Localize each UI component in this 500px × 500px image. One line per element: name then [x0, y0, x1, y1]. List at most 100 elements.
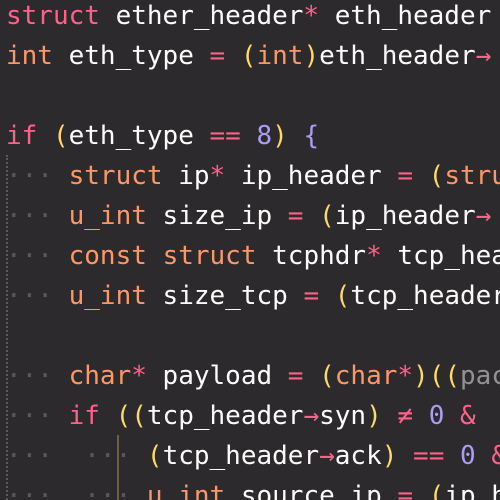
code-token: if: [68, 401, 100, 431]
code-token: (: [240, 41, 257, 71]
code-token: source_ip: [225, 481, 398, 500]
code-token: pac: [460, 361, 500, 391]
code-token: eth_header: [319, 1, 500, 31]
code-line[interactable]: struct ether_header* eth_header =: [6, 0, 500, 36]
code-token: &: [460, 401, 476, 431]
code-token: {: [303, 121, 320, 151]
code-token: (: [319, 201, 335, 231]
code-token: eth_header: [319, 41, 476, 71]
code-token: syn: [319, 401, 367, 431]
code-token: →: [303, 401, 320, 431]
whitespace-marker: ···: [6, 361, 53, 391]
code-token: 0: [460, 441, 476, 471]
code-token: *: [397, 361, 414, 391]
code-line[interactable]: ··· u_int size_tcp = (tcp_header: [6, 276, 500, 316]
code-token: *: [366, 241, 382, 271]
code-token: →: [475, 41, 492, 71]
code-token: struct: [162, 241, 257, 271]
code-token: ): [272, 121, 288, 151]
code-token: *: [209, 161, 226, 191]
code-token: eth_type: [68, 121, 210, 151]
whitespace-marker: ···: [84, 441, 132, 471]
whitespace-marker: ···: [6, 281, 53, 311]
code-token: (: [334, 281, 351, 311]
code-line[interactable]: if (eth_type == 8) {: [6, 116, 319, 156]
code-token: =: [209, 41, 226, 71]
code-token: u_int: [68, 281, 147, 311]
code-token: size_tcp: [146, 281, 304, 311]
code-token: ip_header: [225, 161, 398, 191]
code-line[interactable]: int eth_type = (int)eth_header→: [6, 36, 491, 76]
code-token: ==: [209, 121, 241, 151]
whitespace-marker: ···: [84, 481, 132, 500]
code-token: char: [334, 361, 398, 391]
code-token: char: [68, 361, 132, 391]
code-token: =: [397, 481, 414, 500]
code-token: tcp_header: [162, 441, 320, 471]
code-token: *: [131, 361, 147, 391]
code-token: ip_he: [444, 481, 500, 500]
code-token: size_ip: [146, 201, 288, 231]
whitespace-marker: ···: [6, 401, 53, 431]
code-token: u_int: [68, 201, 147, 231]
code-token: ip: [162, 161, 210, 191]
code-token: =: [397, 161, 414, 191]
code-token: tcp_hea: [381, 241, 500, 271]
code-token: (: [52, 121, 69, 151]
code-line[interactable]: ··· ··· (tcp_header→ack) == 0 &: [6, 436, 500, 476]
code-token: u_int: [146, 481, 226, 500]
code-token: ): [366, 401, 382, 431]
whitespace-marker: ···: [6, 201, 53, 231]
code-line[interactable]: ··· u_int size_ip = (ip_header→: [6, 196, 491, 236]
code-token: stru: [444, 161, 500, 191]
code-token: struct: [68, 161, 163, 191]
code-token: struct: [6, 1, 100, 31]
code-token: ip_header: [334, 201, 476, 231]
code-token: ): [303, 41, 320, 71]
code-token: )((: [413, 361, 461, 391]
code-token: int: [6, 41, 53, 71]
code-token: (: [319, 361, 335, 391]
code-line[interactable]: ··· ··· u_int source_ip = (ip_he: [6, 476, 500, 500]
code-line[interactable]: ··· char* payload = (char*)((pac: [6, 356, 500, 396]
code-token: tcp_header: [350, 281, 500, 311]
code-editor[interactable]: struct ether_header* eth_header = int eth…: [0, 0, 500, 500]
code-token: (: [146, 441, 163, 471]
code-token: ==: [413, 441, 445, 471]
code-token: =: [303, 281, 320, 311]
code-token: →: [319, 441, 335, 471]
code-line[interactable]: ··· struct ip* ip_header = (stru: [6, 156, 500, 196]
code-token: →: [475, 201, 492, 231]
code-token: tcp_header: [146, 401, 304, 431]
code-line[interactable]: ··· if ((tcp_header→syn) ≠ 0 &: [6, 396, 476, 436]
code-token: eth_type: [52, 41, 210, 71]
code-token: 8: [256, 121, 273, 151]
code-line[interactable]: ··· const struct tcphdr* tcp_hea: [6, 236, 500, 276]
code-token: &: [491, 441, 500, 471]
code-token: =: [287, 361, 304, 391]
